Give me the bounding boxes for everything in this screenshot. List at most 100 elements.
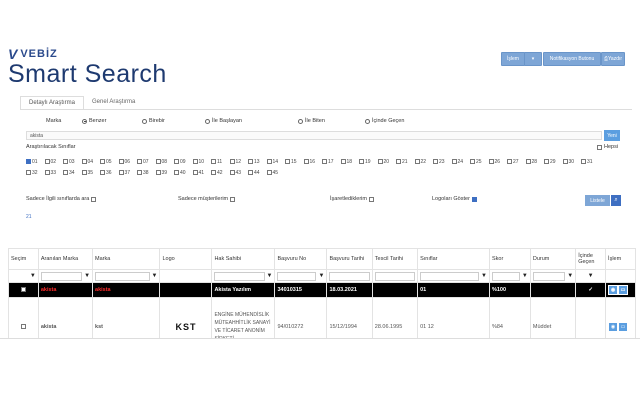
- class-checkbox[interactable]: 05: [100, 159, 119, 165]
- mode-birebir[interactable]: Birebir: [142, 118, 165, 124]
- filter-icon[interactable]: ▼: [152, 273, 158, 279]
- filter-input[interactable]: [491, 271, 520, 281]
- class-checkbox[interactable]: 04: [81, 159, 101, 165]
- islem-dropdown-button[interactable]: ▾: [524, 52, 542, 66]
- yeni-button[interactable]: Yeni: [604, 130, 620, 141]
- class-checkbox[interactable]: 02: [44, 159, 64, 165]
- mode-benzer[interactable]: Benzer: [82, 118, 106, 124]
- class-checkbox[interactable]: 24: [451, 159, 471, 165]
- class-checkbox[interactable]: 43: [229, 170, 249, 176]
- class-checkbox[interactable]: 25: [470, 159, 489, 165]
- class-checkbox[interactable]: 44: [248, 170, 267, 176]
- filter-icon[interactable]: ▼: [318, 273, 324, 279]
- filter-icon[interactable]: ▼: [567, 273, 573, 279]
- class-checkbox[interactable]: 32: [26, 170, 45, 176]
- class-checkbox[interactable]: 16: [303, 159, 323, 165]
- class-checkbox[interactable]: 35: [81, 170, 101, 176]
- class-checkbox[interactable]: 38: [137, 170, 156, 176]
- tab-divider: [20, 109, 632, 110]
- class-checkbox[interactable]: 08: [155, 159, 175, 165]
- class-checkbox[interactable]: 07: [137, 159, 156, 165]
- filter-icon[interactable]: ▼: [30, 273, 36, 279]
- mode-ile-biten[interactable]: İle Biten: [298, 118, 325, 124]
- class-checkbox[interactable]: 10: [192, 159, 212, 165]
- filter-icon[interactable]: ▼: [481, 273, 487, 279]
- class-checkbox[interactable]: 17: [322, 159, 341, 165]
- filter-input[interactable]: [95, 271, 150, 281]
- class-checkbox[interactable]: 03: [63, 159, 82, 165]
- islem-button[interactable]: İşlem: [501, 52, 525, 66]
- class-checkbox[interactable]: 42: [211, 170, 230, 176]
- tab-genel[interactable]: Genel Araştırma: [84, 96, 143, 110]
- row-select-checkbox[interactable]: [20, 287, 26, 293]
- notification-button[interactable]: Notifikasyon Butonu: [543, 52, 601, 66]
- class-checkbox[interactable]: 36: [100, 170, 119, 176]
- class-checkbox[interactable]: 21: [396, 159, 415, 165]
- class-checkbox[interactable]: 19: [359, 159, 378, 165]
- option-ilgili-siniflar[interactable]: Sadece İlgili sınıflarda ara: [26, 196, 97, 202]
- class-checkbox[interactable]: 01: [26, 159, 45, 165]
- class-number: 34: [69, 169, 75, 176]
- mode-icinde-gecen[interactable]: İçinde Geçen: [365, 118, 404, 124]
- col-basvuru-no: Başvuru No: [274, 248, 328, 270]
- class-number: 29: [550, 158, 556, 165]
- class-checkbox[interactable]: 09: [174, 159, 193, 165]
- checkbox-icon: [81, 170, 87, 175]
- filter-input[interactable]: [420, 271, 480, 281]
- class-checkbox[interactable]: 40: [174, 170, 193, 176]
- class-checkbox[interactable]: 22: [414, 159, 434, 165]
- class-checkbox[interactable]: 18: [340, 159, 360, 165]
- class-checkbox[interactable]: 33: [44, 170, 64, 176]
- print-button[interactable]: ⎙ Yazdır: [601, 52, 625, 66]
- details-icon[interactable]: ▭: [618, 285, 629, 295]
- filter-input[interactable]: [214, 271, 265, 281]
- checkbox-icon: [44, 170, 50, 175]
- filter-input[interactable]: [40, 271, 83, 281]
- class-checkbox[interactable]: 20: [377, 159, 397, 165]
- details-icon[interactable]: ▭: [618, 322, 629, 332]
- class-checkbox[interactable]: 41: [192, 170, 212, 176]
- marka-search-input[interactable]: akista: [26, 131, 602, 140]
- filter-input[interactable]: [374, 271, 416, 281]
- class-checkbox[interactable]: 30: [562, 159, 582, 165]
- tab-detayli[interactable]: Detaylı Araştırma: [20, 96, 85, 110]
- filter-input[interactable]: [532, 271, 566, 281]
- view-icon[interactable]: ◉: [608, 285, 619, 295]
- class-checkbox[interactable]: 45: [266, 170, 286, 176]
- class-checkbox[interactable]: 12: [229, 159, 249, 165]
- filter-icon[interactable]: ▼: [84, 273, 90, 279]
- option-musterilerim[interactable]: Sadece müşterilerim: [178, 196, 236, 202]
- mode-ile-baslayan[interactable]: İle Başlayan: [205, 118, 242, 124]
- class-checkbox[interactable]: 13: [248, 159, 267, 165]
- class-checkbox[interactable]: 29: [544, 159, 563, 165]
- class-number: 32: [32, 169, 38, 176]
- option-isaretlediklerim[interactable]: İşaretlediklerim: [330, 196, 374, 202]
- class-checkbox[interactable]: 37: [118, 170, 138, 176]
- search-button[interactable]: ⌕: [611, 195, 621, 206]
- filter-icon[interactable]: ▼: [588, 273, 594, 279]
- table-row[interactable]: akista akista Akista Yazılım 34010315 18…: [8, 282, 636, 298]
- class-checkbox[interactable]: 15: [285, 159, 304, 165]
- filter-input[interactable]: [277, 271, 317, 281]
- class-checkbox[interactable]: 23: [433, 159, 452, 165]
- view-icon[interactable]: ◉: [608, 322, 619, 332]
- class-checkbox[interactable]: 14: [266, 159, 286, 165]
- class-checkbox[interactable]: 11: [211, 159, 230, 165]
- class-checkbox[interactable]: 39: [155, 169, 175, 176]
- row-select-checkbox[interactable]: [20, 324, 26, 330]
- hepsi-checkbox[interactable]: Hepsi: [597, 144, 618, 150]
- option-logolari-goster[interactable]: Logoları Göster: [432, 196, 477, 202]
- class-checkbox[interactable]: 26: [488, 159, 508, 165]
- class-checkbox[interactable]: 31: [581, 159, 600, 165]
- filter-input[interactable]: [329, 271, 370, 281]
- filter-icon[interactable]: ▼: [522, 273, 528, 279]
- class-checkbox[interactable]: 06: [118, 159, 138, 165]
- class-number: 39: [161, 169, 168, 176]
- listele-button[interactable]: Listele: [585, 195, 610, 206]
- brand-logo: V VEBİZ Smart Search: [8, 46, 167, 89]
- class-checkbox[interactable]: 34: [63, 170, 82, 176]
- class-checkbox[interactable]: 28: [525, 159, 545, 165]
- filter-icon[interactable]: ▼: [267, 273, 273, 279]
- col-marka: Marka: [92, 248, 161, 270]
- class-checkbox[interactable]: 27: [507, 159, 526, 165]
